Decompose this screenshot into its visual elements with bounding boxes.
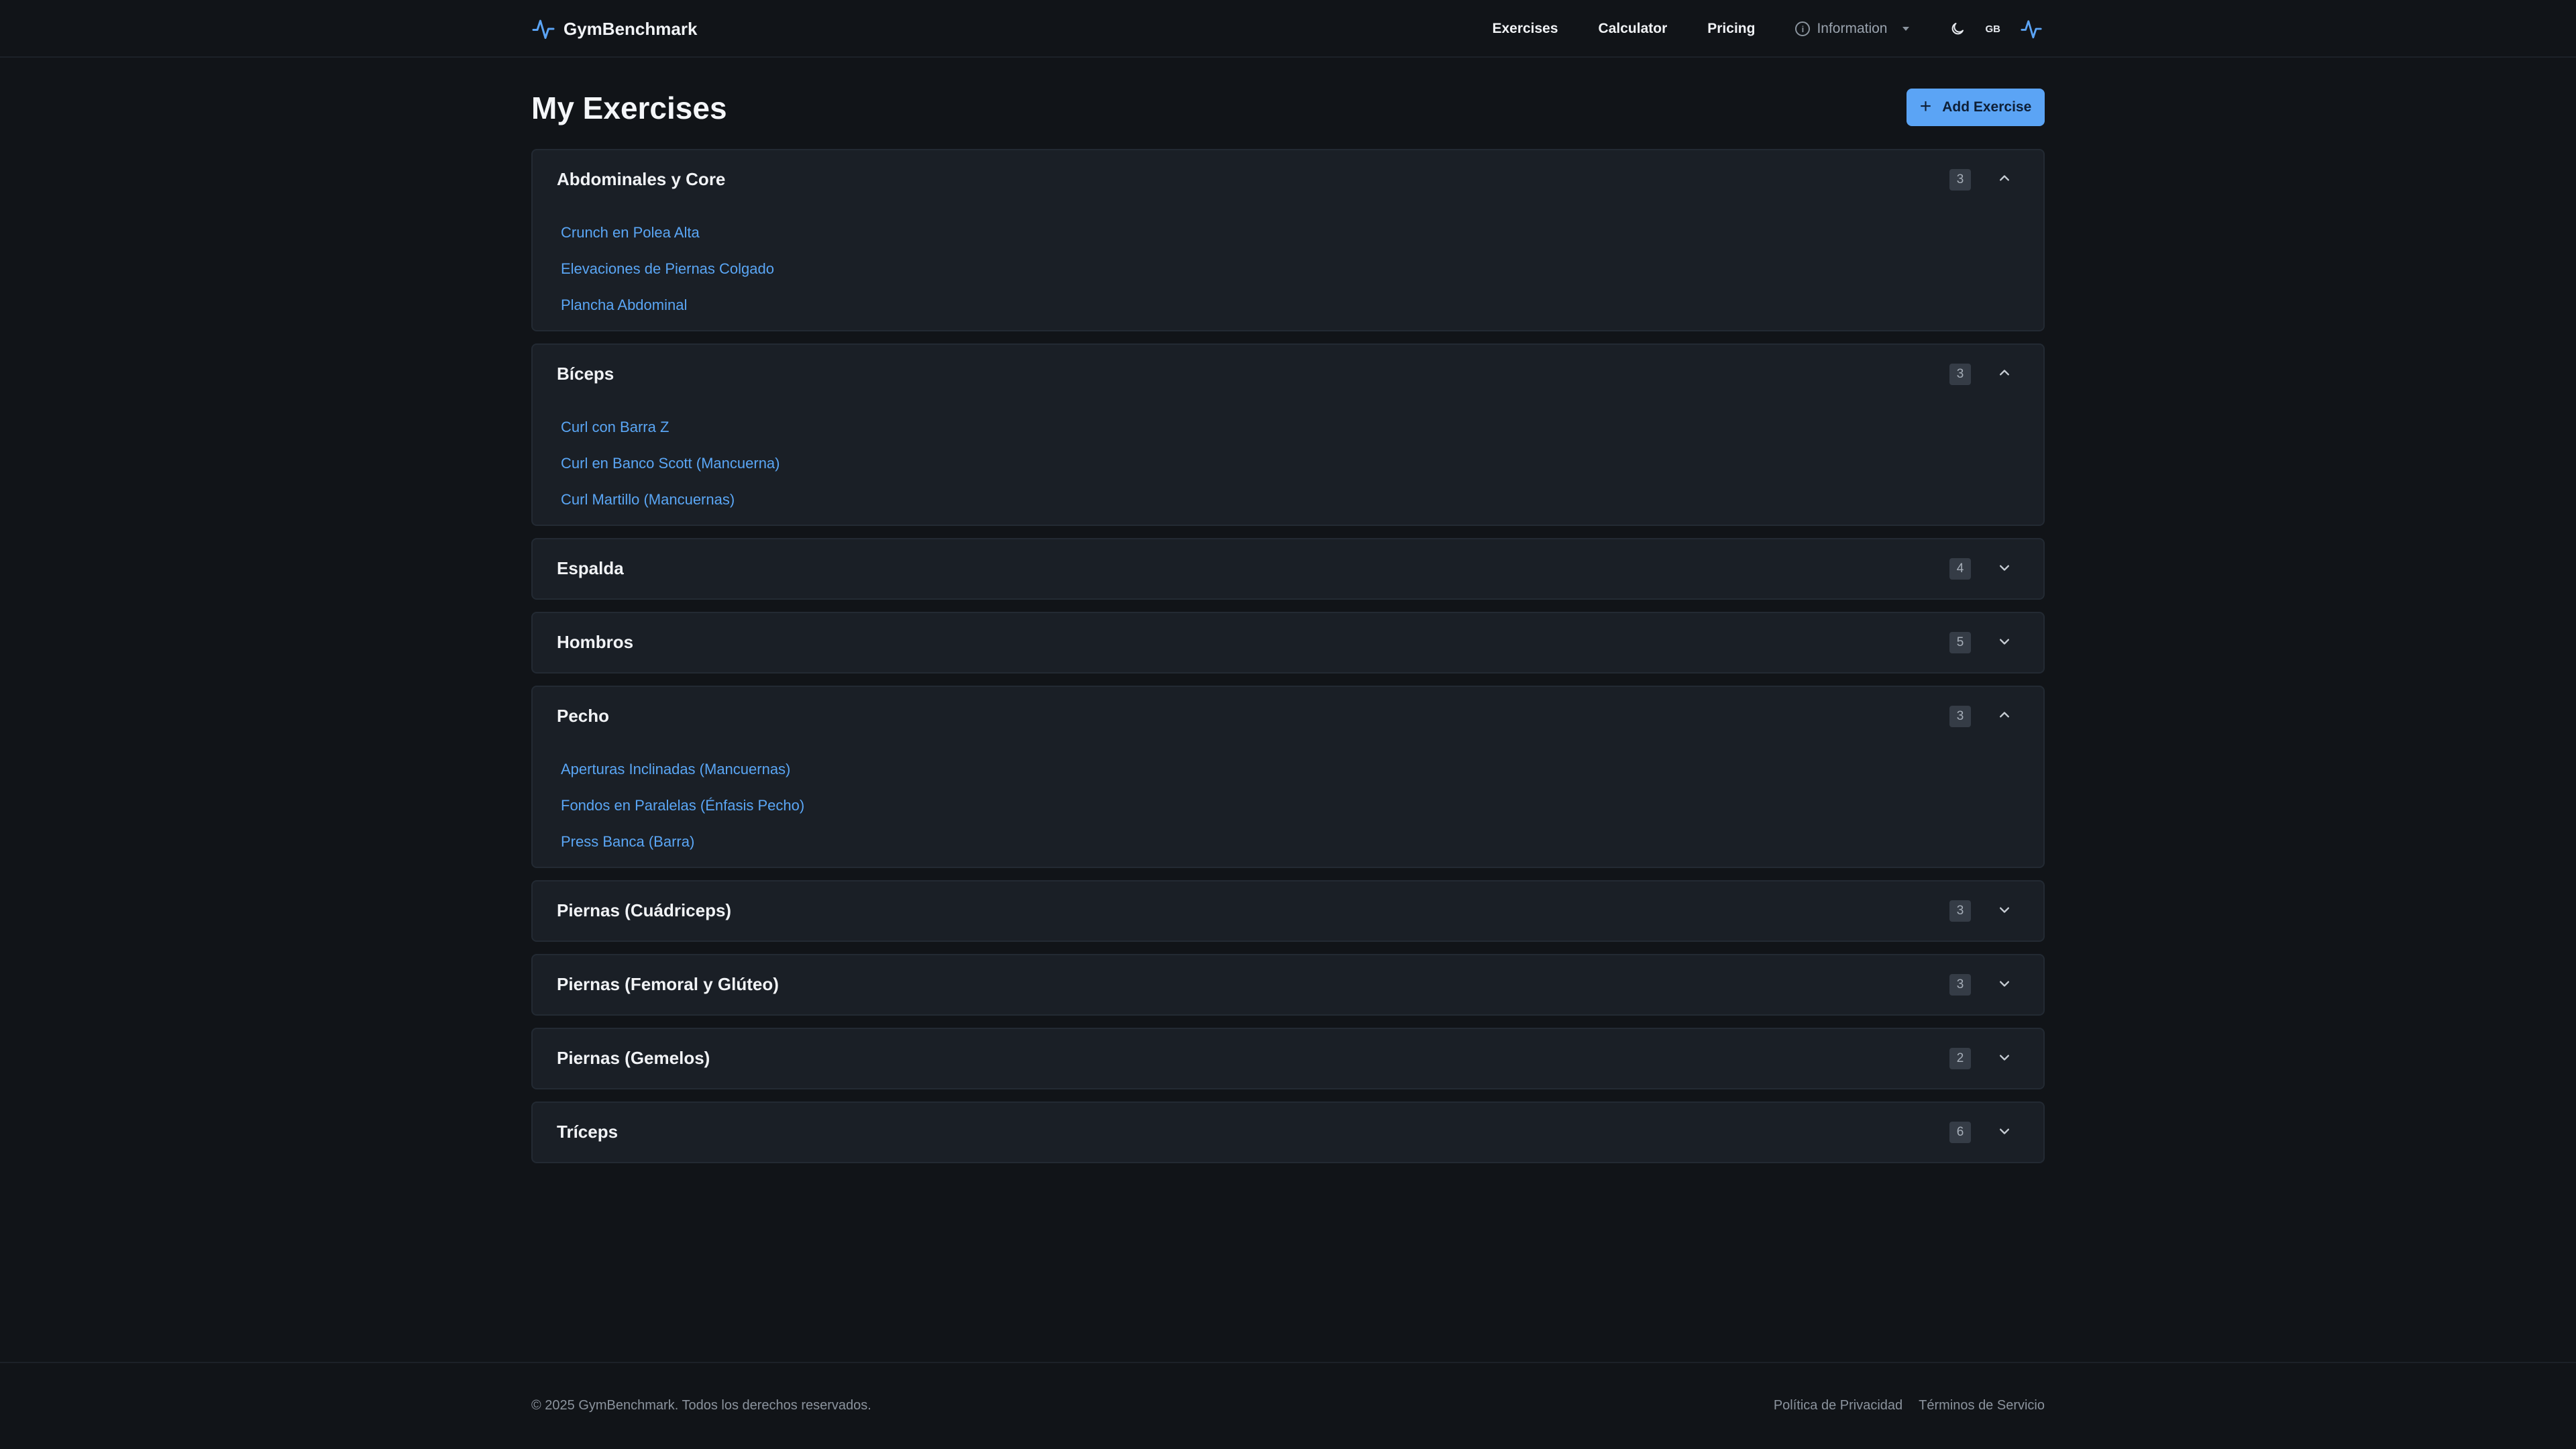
plus-icon: +	[1919, 95, 1932, 117]
count-badge: 3	[1949, 169, 1971, 191]
group-name: Espalda	[557, 558, 624, 578]
exercise-group-gemelos: Piernas (Gemelos) 2	[531, 1028, 2045, 1089]
exercise-list: Aperturas Inclinadas (Mancuernas) Fondos…	[561, 751, 804, 860]
chevron-down-icon[interactable]	[1995, 1122, 2014, 1140]
group-name: Abdominales y Core	[557, 169, 726, 189]
nav-information-dropdown[interactable]: i Information	[1795, 21, 1909, 37]
group-header[interactable]: Tríceps 6	[533, 1103, 2043, 1162]
exercise-group-pecho: Pecho 3 Aperturas Inclinadas (Mancuernas…	[531, 686, 2045, 868]
activity-button[interactable]	[2018, 15, 2045, 42]
chevron-down-icon[interactable]	[1995, 1048, 2014, 1067]
chevron-down-icon[interactable]	[1995, 974, 2014, 993]
exercise-group-biceps: Bíceps 3 Curl con Barra Z Curl en Banco …	[531, 343, 2045, 526]
exercise-group-espalda: Espalda 4	[531, 538, 2045, 600]
theme-toggle-button[interactable]	[1944, 15, 1971, 42]
group-name: Piernas (Gemelos)	[557, 1048, 710, 1068]
group-header[interactable]: Bíceps 3	[533, 345, 2043, 404]
brand-name: GymBenchmark	[564, 18, 698, 39]
exercise-link[interactable]: Aperturas Inclinadas (Mancuernas)	[561, 751, 804, 788]
group-name: Piernas (Cuádriceps)	[557, 900, 732, 920]
chevron-up-icon[interactable]	[1995, 169, 2014, 188]
title-row: My Exercises + Add Exercise	[531, 58, 2045, 149]
exercise-link[interactable]: Press Banca (Barra)	[561, 824, 804, 860]
exercise-link[interactable]: Fondos en Paralelas (Énfasis Pecho)	[561, 788, 804, 824]
count-badge: 3	[1949, 706, 1971, 727]
footer-links: Política de Privacidad Términos de Servi…	[1774, 1398, 2045, 1413]
group-name: Bíceps	[557, 364, 614, 384]
add-exercise-label: Add Exercise	[1942, 99, 2032, 115]
brand-logo-link[interactable]: GymBenchmark	[531, 17, 697, 41]
pulse-logo-icon	[532, 19, 555, 39]
group-name: Hombros	[557, 632, 634, 652]
exercise-group-abdominales: Abdominales y Core 3 Crunch en Polea Alt…	[531, 149, 2045, 331]
group-header[interactable]: Piernas (Gemelos) 2	[533, 1029, 2043, 1088]
count-badge: 2	[1949, 1048, 1971, 1069]
exercise-group-triceps: Tríceps 6	[531, 1102, 2045, 1163]
page-title: My Exercises	[531, 91, 727, 125]
page: GymBenchmark Exercises Calculator Pricin…	[0, 0, 2576, 1449]
main-nav: Exercises Calculator Pricing i Informati…	[1492, 15, 2045, 42]
copyright-text: © 2025 GymBenchmark. Todos los derechos …	[531, 1398, 871, 1413]
privacy-policy-link[interactable]: Política de Privacidad	[1774, 1398, 1902, 1413]
group-name: Tríceps	[557, 1122, 619, 1142]
group-header[interactable]: Pecho 3	[533, 687, 2043, 746]
count-badge: 5	[1949, 632, 1971, 653]
group-header[interactable]: Espalda 4	[533, 539, 2043, 598]
nav-pricing[interactable]: Pricing	[1707, 21, 1755, 37]
exercise-list: Curl con Barra Z Curl en Banco Scott (Ma…	[561, 409, 780, 518]
main-content: My Exercises + Add Exercise Abdominales …	[531, 58, 2045, 1163]
count-badge: 3	[1949, 900, 1971, 922]
count-badge: 6	[1949, 1122, 1971, 1143]
info-icon: i	[1795, 21, 1811, 36]
chevron-down-icon[interactable]	[1995, 558, 2014, 577]
footer: © 2025 GymBenchmark. Todos los derechos …	[0, 1362, 2576, 1449]
exercise-list: Crunch en Polea Alta Elevaciones de Pier…	[561, 215, 774, 323]
exercise-link[interactable]: Curl Martillo (Mancuernas)	[561, 482, 780, 518]
count-badge: 3	[1949, 974, 1971, 996]
nav-exercises[interactable]: Exercises	[1492, 21, 1558, 37]
chevron-up-icon[interactable]	[1995, 706, 2014, 724]
count-badge: 4	[1949, 558, 1971, 580]
group-header[interactable]: Hombros 5	[533, 613, 2043, 672]
exercise-group-femoral: Piernas (Femoral y Glúteo) 3	[531, 954, 2045, 1016]
top-navbar: GymBenchmark Exercises Calculator Pricin…	[0, 0, 2576, 58]
exercise-link[interactable]: Curl en Banco Scott (Mancuerna)	[561, 445, 780, 482]
exercise-link[interactable]: Elevaciones de Piernas Colgado	[561, 251, 774, 287]
exercise-link[interactable]: Crunch en Polea Alta	[561, 215, 774, 251]
moon-icon	[1951, 23, 1964, 35]
exercise-group-cuadriceps: Piernas (Cuádriceps) 3	[531, 880, 2045, 942]
nav-calculator[interactable]: Calculator	[1599, 21, 1668, 37]
pulse-icon	[2021, 20, 2042, 39]
language-selector[interactable]: GB	[1986, 23, 2001, 35]
exercise-group-hombros: Hombros 5	[531, 612, 2045, 674]
group-header[interactable]: Piernas (Cuádriceps) 3	[533, 881, 2043, 941]
group-name: Pecho	[557, 706, 610, 726]
chevron-up-icon[interactable]	[1995, 364, 2014, 382]
chevron-down-icon[interactable]	[1995, 900, 2014, 919]
caret-down-icon	[1902, 27, 1909, 31]
group-name: Piernas (Femoral y Glúteo)	[557, 974, 779, 994]
nav-information-label: Information	[1817, 21, 1888, 36]
chevron-down-icon[interactable]	[1995, 632, 2014, 651]
exercise-link[interactable]: Curl con Barra Z	[561, 409, 780, 445]
exercise-link[interactable]: Plancha Abdominal	[561, 287, 774, 323]
group-header[interactable]: Piernas (Femoral y Glúteo) 3	[533, 955, 2043, 1014]
add-exercise-button[interactable]: + Add Exercise	[1907, 89, 2045, 126]
terms-of-service-link[interactable]: Términos de Servicio	[1919, 1398, 2045, 1413]
group-header[interactable]: Abdominales y Core 3	[533, 150, 2043, 209]
count-badge: 3	[1949, 364, 1971, 385]
